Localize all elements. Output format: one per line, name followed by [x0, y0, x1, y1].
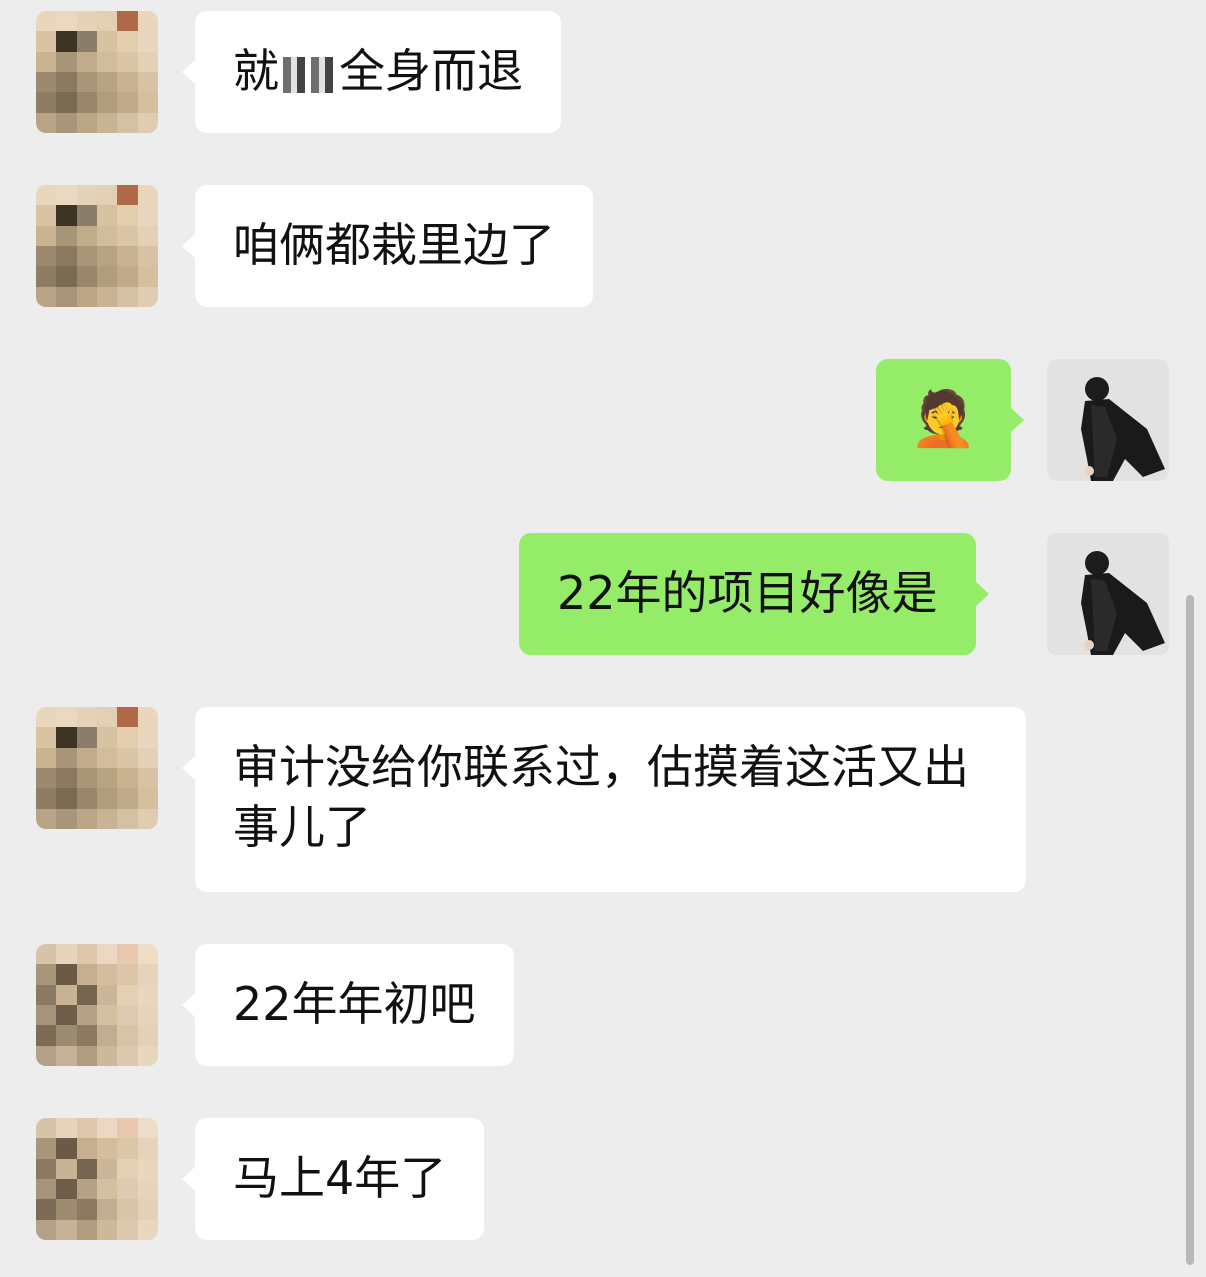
message-text: 审计没给你联系过，估摸着这活又出事儿了	[233, 740, 969, 854]
scrollbar[interactable]	[1186, 595, 1194, 1265]
message-bubble[interactable]: 咱俩都栽里边了	[182, 185, 593, 307]
self-avatar[interactable]	[1047, 533, 1169, 655]
pixelated-avatar-image	[36, 707, 158, 829]
pixelated-avatar-image	[36, 11, 158, 133]
message-text: 就	[233, 44, 279, 98]
user-figure-icon	[1047, 359, 1169, 481]
pixelated-avatar-image	[36, 185, 158, 307]
pixelated-avatar-image	[36, 944, 158, 1066]
message-text: 全身而退	[339, 44, 523, 98]
message-bubble[interactable]: 22年的项目好像是	[519, 533, 989, 655]
message-bubble[interactable]: 🤦	[876, 359, 1024, 481]
contact-avatar[interactable]	[36, 707, 158, 829]
redacted-text-block	[283, 56, 335, 93]
message-bubble[interactable]: 22年年初吧	[182, 944, 514, 1066]
message-text: 马上4年了	[233, 1151, 447, 1205]
contact-avatar[interactable]	[36, 944, 158, 1066]
message-bubble[interactable]: 审计没给你联系过，估摸着这活又出事儿了	[182, 707, 1026, 892]
self-avatar[interactable]	[1047, 359, 1169, 481]
facepalm-emoji-icon: 🤦	[909, 387, 978, 450]
message-text: 22年年初吧	[233, 977, 476, 1031]
message-bubble[interactable]: 马上4年了	[181, 1118, 485, 1240]
contact-avatar[interactable]	[36, 1118, 158, 1240]
user-figure-icon	[1047, 533, 1169, 655]
message-bubble[interactable]: 就 全身而退	[182, 11, 561, 133]
message-text: 咱俩都栽里边了	[233, 218, 555, 272]
contact-avatar[interactable]	[36, 185, 158, 307]
contact-avatar[interactable]	[36, 11, 158, 133]
message-text: 22年的项目好像是	[557, 566, 938, 620]
pixelated-avatar-image	[36, 1118, 158, 1240]
